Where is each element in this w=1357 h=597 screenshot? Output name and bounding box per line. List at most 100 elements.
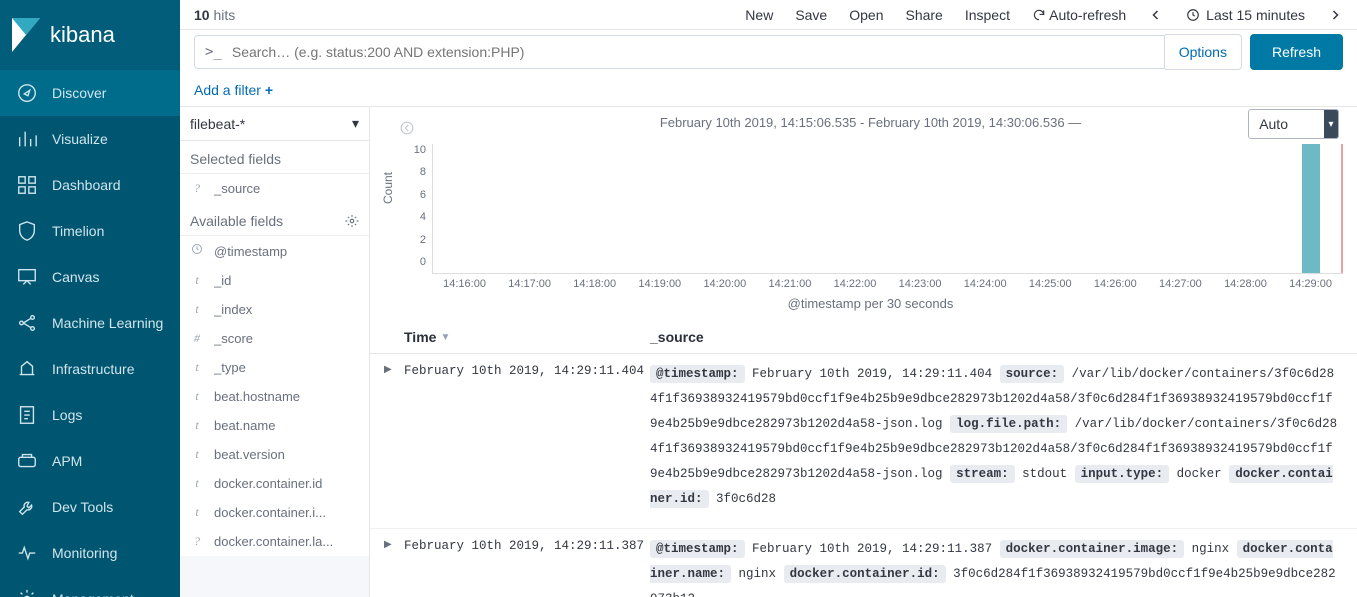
y-tick: 6 <box>420 189 426 201</box>
field-item[interactable]: ?_source <box>180 174 369 203</box>
dashboard-icon <box>16 174 38 196</box>
sidebar-item-visualize[interactable]: Visualize <box>0 116 180 162</box>
infra-icon <box>16 358 38 380</box>
x-tick: 14:22:00 <box>822 278 887 290</box>
time-prev-button[interactable] <box>1148 7 1164 23</box>
x-tick: 14:25:00 <box>1018 278 1083 290</box>
histogram-chart[interactable]: 1086420 <box>398 134 1343 274</box>
doc-time: February 10th 2019, 14:29:11.387 <box>404 537 650 597</box>
gear-icon <box>16 588 38 597</box>
sort-desc-icon: ▼ <box>440 332 450 343</box>
field-name: _index <box>214 302 252 317</box>
auto-refresh-toggle[interactable]: Auto-refresh <box>1032 7 1126 23</box>
x-tick: 14:23:00 <box>888 278 953 290</box>
hit-count: 10 hits <box>194 7 235 23</box>
time-next-button[interactable] <box>1327 7 1343 23</box>
field-key: @timestamp: <box>650 540 745 558</box>
field-item[interactable]: tdocker.container.i... <box>180 498 369 527</box>
logo[interactable]: kibana <box>0 0 180 70</box>
y-axis-label: Count <box>381 172 395 204</box>
col-time-header[interactable]: Time ▼ <box>404 329 650 345</box>
field-value: nginx <box>739 567 777 581</box>
x-tick: 14:28:00 <box>1213 278 1278 290</box>
wrench-icon <box>16 496 38 518</box>
field-type-icon: ? <box>190 534 204 549</box>
expand-row-button[interactable]: ▶ <box>384 362 404 512</box>
field-key: docker.container.image: <box>1000 540 1185 558</box>
gear-icon <box>345 214 359 228</box>
save-button[interactable]: Save <box>795 7 827 23</box>
kibana-logo-icon <box>12 18 40 52</box>
sidebar-item-discover[interactable]: Discover <box>0 70 180 116</box>
field-item[interactable]: tdocker.container.id <box>180 469 369 498</box>
sidebar-item-label: Timelion <box>52 223 104 239</box>
sidebar-item-logs[interactable]: Logs <box>0 392 180 438</box>
document-table: Time ▼ _source ▶February 10th 2019, 14:2… <box>370 321 1357 597</box>
logs-icon <box>16 404 38 426</box>
x-tick: 14:27:00 <box>1148 278 1213 290</box>
field-item[interactable]: @timestamp <box>180 236 369 266</box>
search-input[interactable] <box>232 44 1154 60</box>
field-key: source: <box>1000 365 1065 383</box>
sidebar-item-dev-tools[interactable]: Dev Tools <box>0 484 180 530</box>
sidebar: kibana DiscoverVisualizeDashboard Timelio… <box>0 0 180 597</box>
search-row: >_ Options Refresh <box>180 30 1357 74</box>
sidebar-item-dashboard[interactable]: Dashboard <box>0 162 180 208</box>
filter-bar: Add a filter + <box>180 74 1357 107</box>
sidebar-item-timelion[interactable]: Timelion <box>0 208 180 254</box>
field-key: stream: <box>950 465 1015 483</box>
sidebar-item-label: Canvas <box>52 269 99 285</box>
interval-select[interactable]: Auto ▾ <box>1248 109 1339 139</box>
x-tick: 14:16:00 <box>432 278 497 290</box>
interval-value: Auto <box>1249 110 1324 138</box>
sidebar-item-monitoring[interactable]: Monitoring <box>0 530 180 576</box>
sidebar-item-management[interactable]: Management <box>0 576 180 597</box>
time-range-picker[interactable]: Last 15 minutes <box>1186 7 1305 23</box>
inspect-button[interactable]: Inspect <box>965 7 1010 23</box>
x-axis-label: @timestamp per 30 seconds <box>398 296 1343 311</box>
shield-icon <box>16 220 38 242</box>
field-item[interactable]: tbeat.hostname <box>180 382 369 411</box>
histogram-bar[interactable] <box>1302 144 1320 273</box>
chevron-down-icon: ▾ <box>1324 110 1338 138</box>
share-button[interactable]: Share <box>905 7 942 23</box>
add-filter-button[interactable]: Add a filter + <box>194 82 273 98</box>
expand-row-button[interactable]: ▶ <box>384 537 404 597</box>
field-value: February 10th 2019, 14:29:11.387 <box>752 542 992 556</box>
field-name: _source <box>214 181 260 196</box>
field-item[interactable]: tbeat.version <box>180 440 369 469</box>
index-pattern-select[interactable]: filebeat-* ▾ <box>180 107 369 141</box>
heartbeat-icon <box>16 542 38 564</box>
sidebar-item-infrastructure[interactable]: Infrastructure <box>0 346 180 392</box>
field-name: beat.name <box>214 418 275 433</box>
field-item[interactable]: t_id <box>180 266 369 295</box>
brand-name: kibana <box>50 22 115 48</box>
field-type-icon: t <box>190 389 204 404</box>
compass-icon <box>16 82 38 104</box>
sidebar-item-apm[interactable]: APM <box>0 438 180 484</box>
search-box[interactable]: >_ <box>194 35 1165 69</box>
open-button[interactable]: Open <box>849 7 883 23</box>
results-area: February 10th 2019, 14:15:06.535 - Febru… <box>370 107 1357 597</box>
chevron-left-icon <box>400 121 414 135</box>
collapse-sidebar-button[interactable] <box>400 121 416 137</box>
field-key: @timestamp: <box>650 365 745 383</box>
now-marker <box>1341 144 1343 273</box>
fields-settings-button[interactable] <box>345 214 359 228</box>
field-item[interactable]: tbeat.name <box>180 411 369 440</box>
field-type-icon: t <box>190 360 204 375</box>
refresh-button[interactable]: Refresh <box>1250 34 1343 70</box>
field-item[interactable]: #_score <box>180 324 369 353</box>
field-item[interactable]: t_type <box>180 353 369 382</box>
x-tick: 14:19:00 <box>627 278 692 290</box>
field-key: docker.container.id: <box>784 565 946 583</box>
sidebar-item-machine-learning[interactable]: Machine Learning <box>0 300 180 346</box>
col-source-header[interactable]: _source <box>650 329 1339 345</box>
field-type-icon <box>190 243 204 259</box>
field-item[interactable]: ?docker.container.la... <box>180 527 369 556</box>
sidebar-item-canvas[interactable]: Canvas <box>0 254 180 300</box>
field-item[interactable]: t_index <box>180 295 369 324</box>
new-button[interactable]: New <box>745 7 773 23</box>
prompt-icon: >_ <box>205 44 222 60</box>
search-options-button[interactable]: Options <box>1165 34 1242 70</box>
